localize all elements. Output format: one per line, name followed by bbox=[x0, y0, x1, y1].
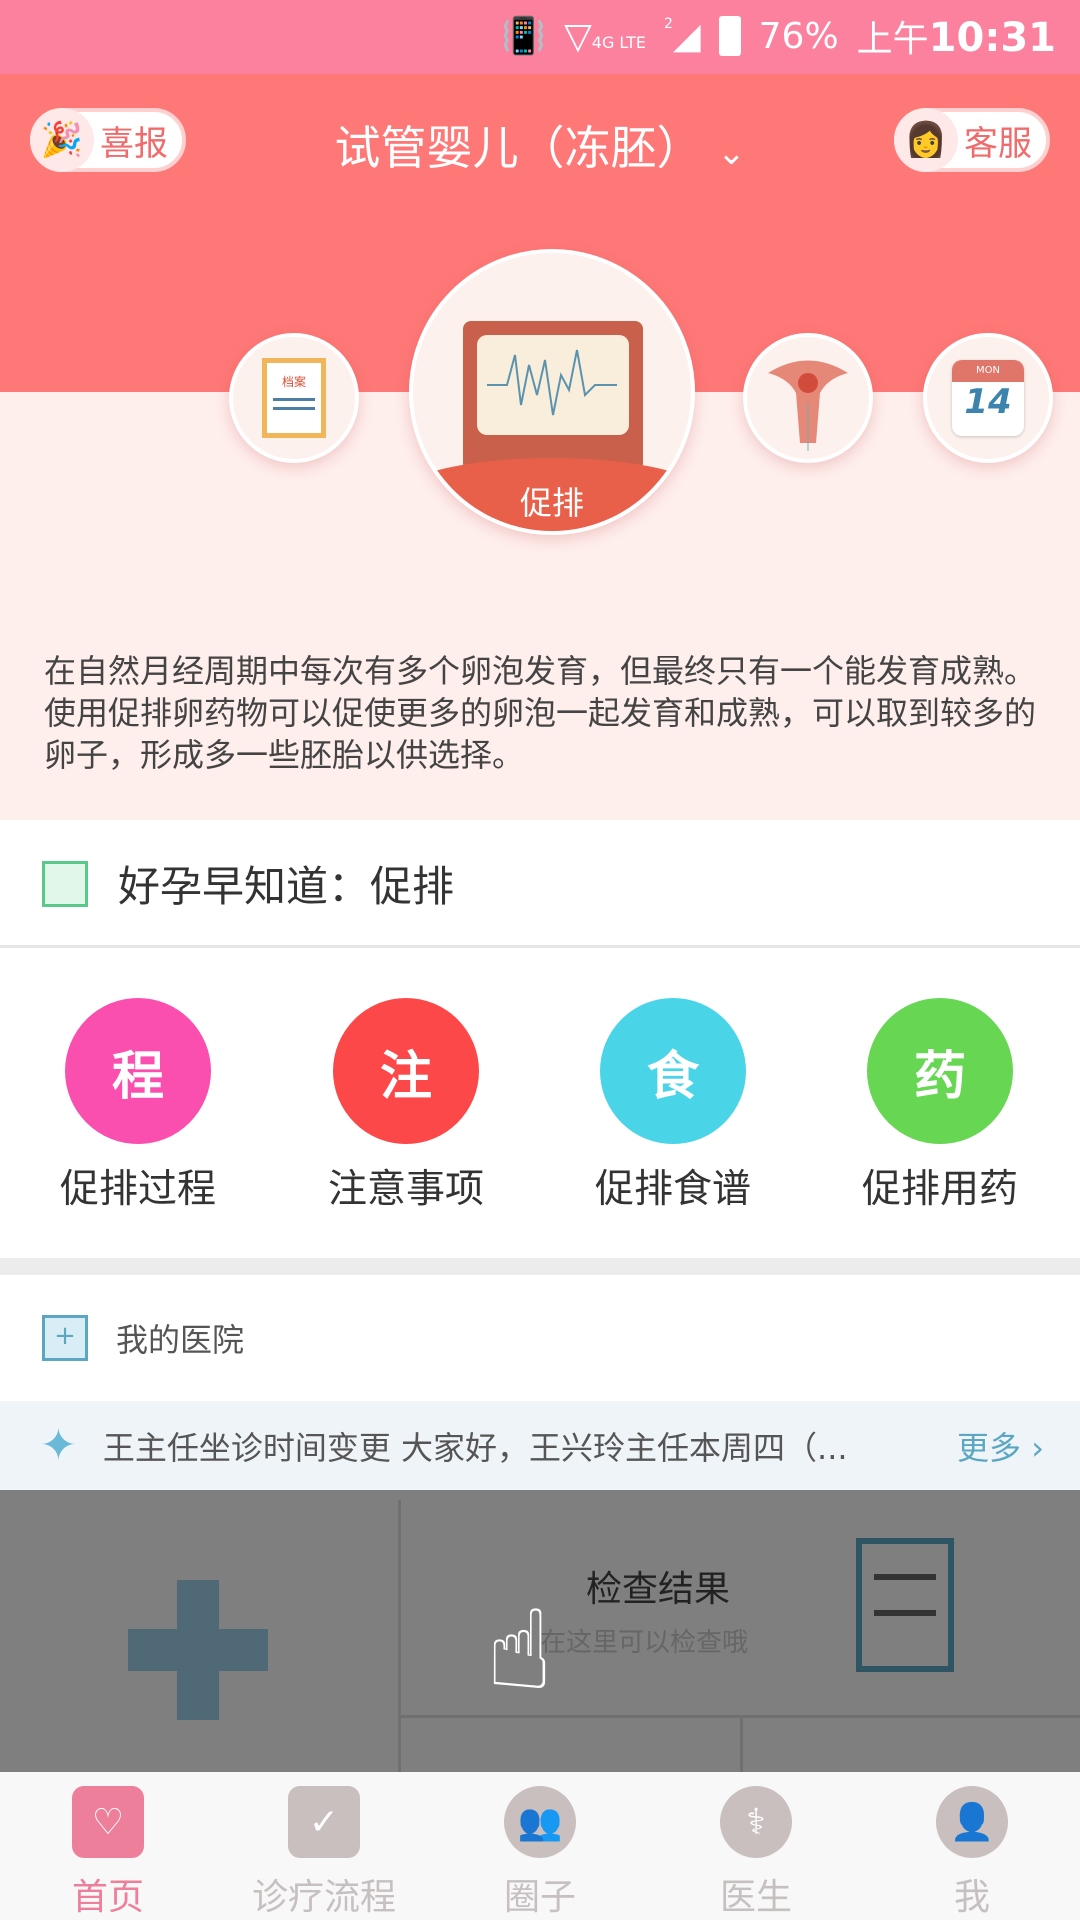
page-title: 试管婴儿（冻胚） bbox=[334, 121, 703, 175]
community-icon: 👥 bbox=[504, 1786, 576, 1858]
quick-link-recipes[interactable]: 食促排食谱 bbox=[573, 998, 773, 1214]
user-icon: 👤 bbox=[936, 1786, 1008, 1858]
quick-link-label: 促排过程 bbox=[59, 1167, 216, 1212]
food-icon: 食 bbox=[600, 998, 746, 1144]
tab-treatment-process[interactable]: ✓ 诊疗流程 bbox=[216, 1772, 432, 1920]
my-hospital-title: 我的医院 bbox=[116, 1321, 245, 1359]
time-prefix: 上午 bbox=[856, 19, 929, 60]
tap-hand-icon: ☝ bbox=[486, 1586, 553, 1714]
notice-text: 王主任坐诊时间变更 大家好，王兴玲主任本周四（... bbox=[102, 1428, 848, 1467]
more-link[interactable]: 更多 › bbox=[957, 1423, 1044, 1469]
customer-service-button[interactable]: 👩 客服 bbox=[894, 108, 1050, 172]
hospital-cross-icon bbox=[128, 1580, 268, 1720]
status-bar: 📳 ▽4G LTE 2◢ 76% 上午10:31 bbox=[0, 0, 1080, 74]
check-results-title: 检查结果 bbox=[586, 1569, 731, 1610]
book-icon bbox=[42, 860, 88, 907]
battery-icon bbox=[718, 16, 741, 56]
tab-doctor[interactable]: ⚕ 医生 bbox=[648, 1772, 864, 1920]
monitor-icon bbox=[463, 321, 643, 471]
quick-link-label: 促排用药 bbox=[861, 1167, 1018, 1212]
vibrate-icon: 📳 bbox=[501, 16, 547, 57]
signal-icon: 2◢ bbox=[664, 15, 701, 57]
notice-bar[interactable]: ✦ 王主任坐诊时间变更 大家好，王兴玲主任本周四（... 更多 › bbox=[0, 1401, 1080, 1490]
clipboard-icon bbox=[856, 1538, 954, 1672]
support-agent-icon: 👩 bbox=[894, 108, 958, 172]
stage-description: 在自然月经周期中每次有多个卵泡发育，但最终只有一个能发育成熟。使用促排卵药物可以… bbox=[44, 652, 1037, 774]
customer-service-label: 客服 bbox=[964, 123, 1032, 164]
quick-link-process[interactable]: 程促排过程 bbox=[38, 998, 238, 1214]
wifi-icon: ▽4G LTE bbox=[564, 15, 647, 57]
quick-links: 程促排过程 注注意事项 食促排食谱 药促排用药 bbox=[0, 950, 1080, 1258]
bottom-tab-bar: ♡ 首页 ✓ 诊疗流程 👥 圈子 ⚕ 医生 👤 我 bbox=[0, 1772, 1080, 1920]
stage-calendar[interactable]: MON 14 bbox=[923, 333, 1053, 463]
stethoscope-icon: ⚕ bbox=[720, 1786, 792, 1858]
home-heart-icon: ♡ bbox=[72, 1786, 144, 1858]
divider bbox=[0, 1258, 1080, 1275]
chevron-down-icon: ⌄ bbox=[717, 133, 746, 173]
quick-link-label: 促排食谱 bbox=[594, 1167, 751, 1212]
process-icon: 程 bbox=[65, 998, 211, 1144]
stage-stimulation[interactable]: 促排 bbox=[409, 249, 695, 535]
pinwheel-icon: ✦ bbox=[40, 1420, 77, 1471]
notes-icon: 注 bbox=[333, 998, 479, 1144]
stage-label: 促排 bbox=[413, 458, 691, 531]
tip-title: 好孕早知道：促排 bbox=[118, 862, 455, 911]
tab-home[interactable]: ♡ 首页 bbox=[0, 1772, 216, 1920]
tip-header[interactable]: 好孕早知道：促排 bbox=[0, 822, 1080, 948]
calendar-icon: MON 14 bbox=[952, 360, 1024, 436]
archive-clipboard-icon: 档案 bbox=[262, 358, 326, 438]
stage-uterus[interactable] bbox=[743, 333, 873, 463]
stage-archive[interactable]: 档案 bbox=[229, 333, 359, 463]
hospital-icon: + bbox=[42, 1315, 88, 1361]
battery-level: 76% bbox=[758, 15, 839, 57]
tab-me[interactable]: 👤 我 bbox=[864, 1772, 1080, 1920]
clock: 10:31 bbox=[928, 15, 1056, 61]
my-hospital-header[interactable]: + 我的医院 bbox=[0, 1275, 1080, 1401]
tab-circle[interactable]: 👥 圈子 bbox=[432, 1772, 648, 1920]
quick-link-label: 注意事项 bbox=[327, 1167, 484, 1212]
uterus-icon bbox=[768, 360, 848, 451]
check-results-subtitle: 在这里可以检查哦 bbox=[540, 1628, 749, 1658]
clipboard-check-icon: ✓ bbox=[288, 1786, 360, 1858]
quick-link-notes[interactable]: 注注意事项 bbox=[306, 998, 506, 1214]
quick-link-medication[interactable]: 药促排用药 bbox=[840, 998, 1040, 1214]
guide-overlay[interactable]: 检查结果 在这里可以检查哦 ☝ bbox=[0, 1490, 1080, 1778]
medicine-icon: 药 bbox=[867, 998, 1013, 1144]
